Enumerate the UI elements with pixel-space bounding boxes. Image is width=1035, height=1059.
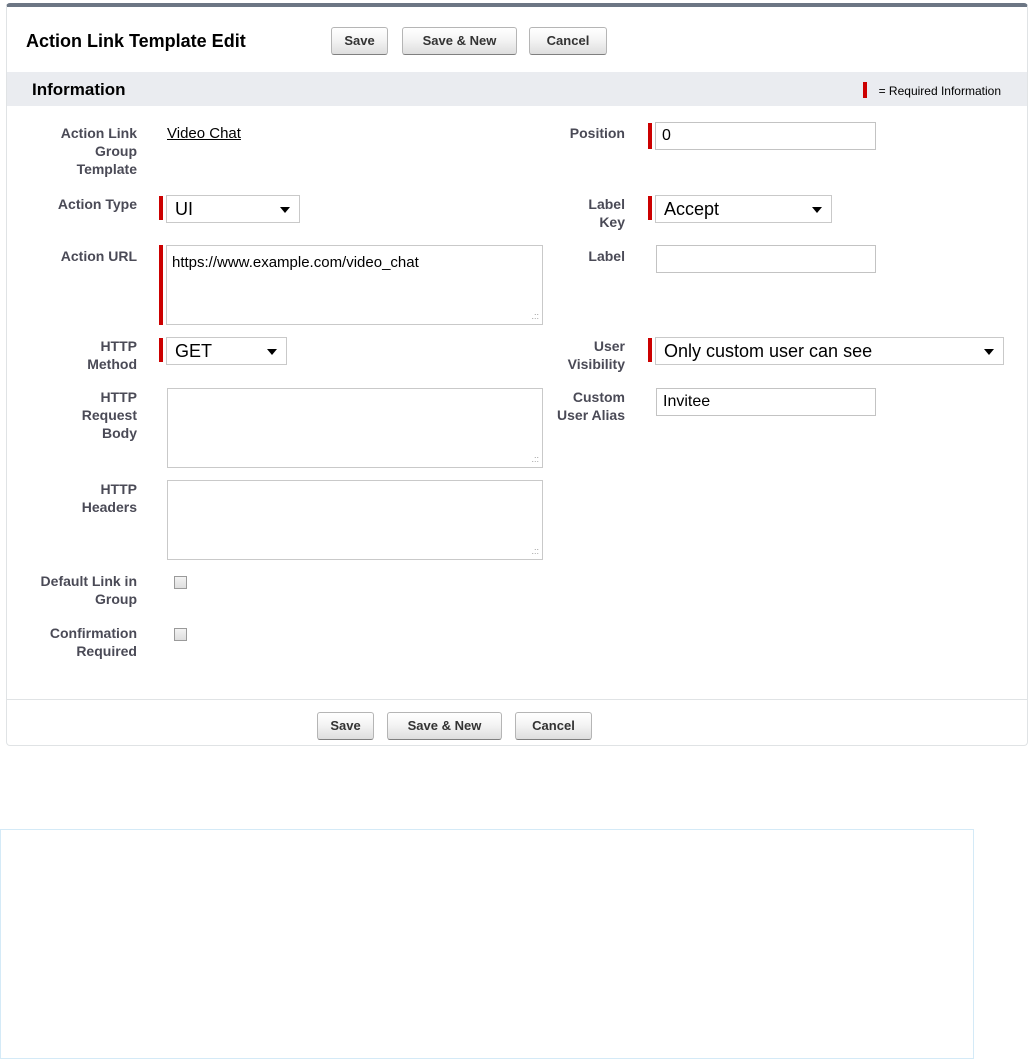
required-legend: = Required Information [862, 82, 1001, 98]
http-request-body-textarea[interactable]: .:: [167, 388, 543, 468]
empty-content-frame [0, 829, 974, 1059]
group-template-label: Action Link Group Template [12, 124, 137, 178]
action-url-value: https://www.example.com/video_chat [172, 254, 419, 271]
custom-user-alias-label: Custom User Alias [525, 388, 625, 424]
page-title: Action Link Template Edit [26, 31, 246, 51]
action-url-required-marker [159, 245, 163, 325]
resize-grip-icon[interactable]: .:: [531, 455, 539, 464]
footer-cancel-button[interactable]: Cancel [515, 712, 592, 740]
chevron-down-icon [267, 349, 277, 355]
user-visibility-required-marker [648, 338, 652, 362]
confirmation-required-label-text: Confirmation Required [49, 625, 137, 659]
action-type-value: UI [175, 199, 193, 219]
save-and-new-button[interactable]: Save & New [402, 27, 517, 55]
footer-save-button[interactable]: Save [317, 712, 374, 740]
cancel-button[interactable]: Cancel [529, 27, 607, 55]
http-method-select[interactable]: GET [166, 337, 287, 365]
custom-user-alias-input[interactable] [656, 388, 876, 416]
label-key-value: Accept [664, 199, 720, 219]
http-method-value: GET [175, 341, 213, 361]
action-type-required-marker [159, 196, 163, 220]
save-button[interactable]: Save [331, 27, 388, 55]
confirmation-required-label: Confirmation Required [12, 624, 137, 660]
position-required-marker [648, 123, 652, 149]
chevron-down-icon [984, 349, 994, 355]
http-headers-textarea[interactable]: .:: [167, 480, 543, 560]
group-template-link[interactable]: Video Chat [167, 125, 241, 142]
http-headers-label: HTTP Headers [12, 480, 137, 516]
position-label: Position [569, 125, 625, 141]
label-key-label: Label Key [525, 195, 625, 231]
action-type-label: Action Type [57, 196, 137, 212]
label-key-select[interactable]: Accept [655, 195, 832, 223]
required-legend-text: = Required Information [878, 84, 1001, 98]
default-link-label: Default Link in Group [12, 572, 137, 608]
section-title: Information [32, 80, 126, 99]
http-request-body-label: HTTP Request Body [12, 388, 137, 442]
user-visibility-label: User Visibility [525, 337, 625, 373]
required-marker-icon [862, 82, 867, 98]
position-input[interactable] [655, 122, 876, 150]
action-type-select[interactable]: UI [166, 195, 300, 223]
confirmation-required-checkbox[interactable] [174, 628, 187, 641]
label-key-label-text: Label Key [588, 196, 625, 230]
information-section-header: Information = Required Information [7, 72, 1027, 106]
user-visibility-value: Only custom user can see [664, 341, 873, 361]
label-label: Label [588, 248, 625, 264]
http-method-label-text: HTTP Method [87, 338, 137, 372]
action-url-textarea[interactable]: https://www.example.com/video_chat .:: [166, 245, 543, 325]
page-footer: Save Save & New Cancel [7, 699, 1027, 747]
edit-panel: Action Link Template Edit Save Save & Ne… [6, 3, 1028, 746]
custom-user-alias-label-text: Custom User Alias [557, 389, 625, 423]
http-method-required-marker [159, 338, 163, 362]
label-input[interactable] [656, 245, 876, 273]
http-request-body-label-text: HTTP Request Body [81, 389, 137, 441]
user-visibility-select[interactable]: Only custom user can see [655, 337, 1004, 365]
resize-grip-icon[interactable]: .:: [531, 312, 539, 321]
default-link-checkbox[interactable] [174, 576, 187, 589]
footer-save-and-new-button[interactable]: Save & New [387, 712, 502, 740]
http-headers-label-text: HTTP Headers [81, 481, 137, 515]
http-method-label: HTTP Method [12, 337, 137, 373]
chevron-down-icon [280, 207, 290, 213]
default-link-label-text: Default Link in Group [40, 573, 137, 607]
resize-grip-icon[interactable]: .:: [531, 547, 539, 556]
action-url-label: Action URL [60, 248, 137, 264]
user-visibility-label-text: User Visibility [567, 338, 625, 372]
label-key-required-marker [648, 196, 652, 220]
page-header: Action Link Template Edit Save Save & Ne… [7, 7, 1027, 72]
group-template-label-text: Action Link Group Template [60, 125, 137, 177]
chevron-down-icon [812, 207, 822, 213]
